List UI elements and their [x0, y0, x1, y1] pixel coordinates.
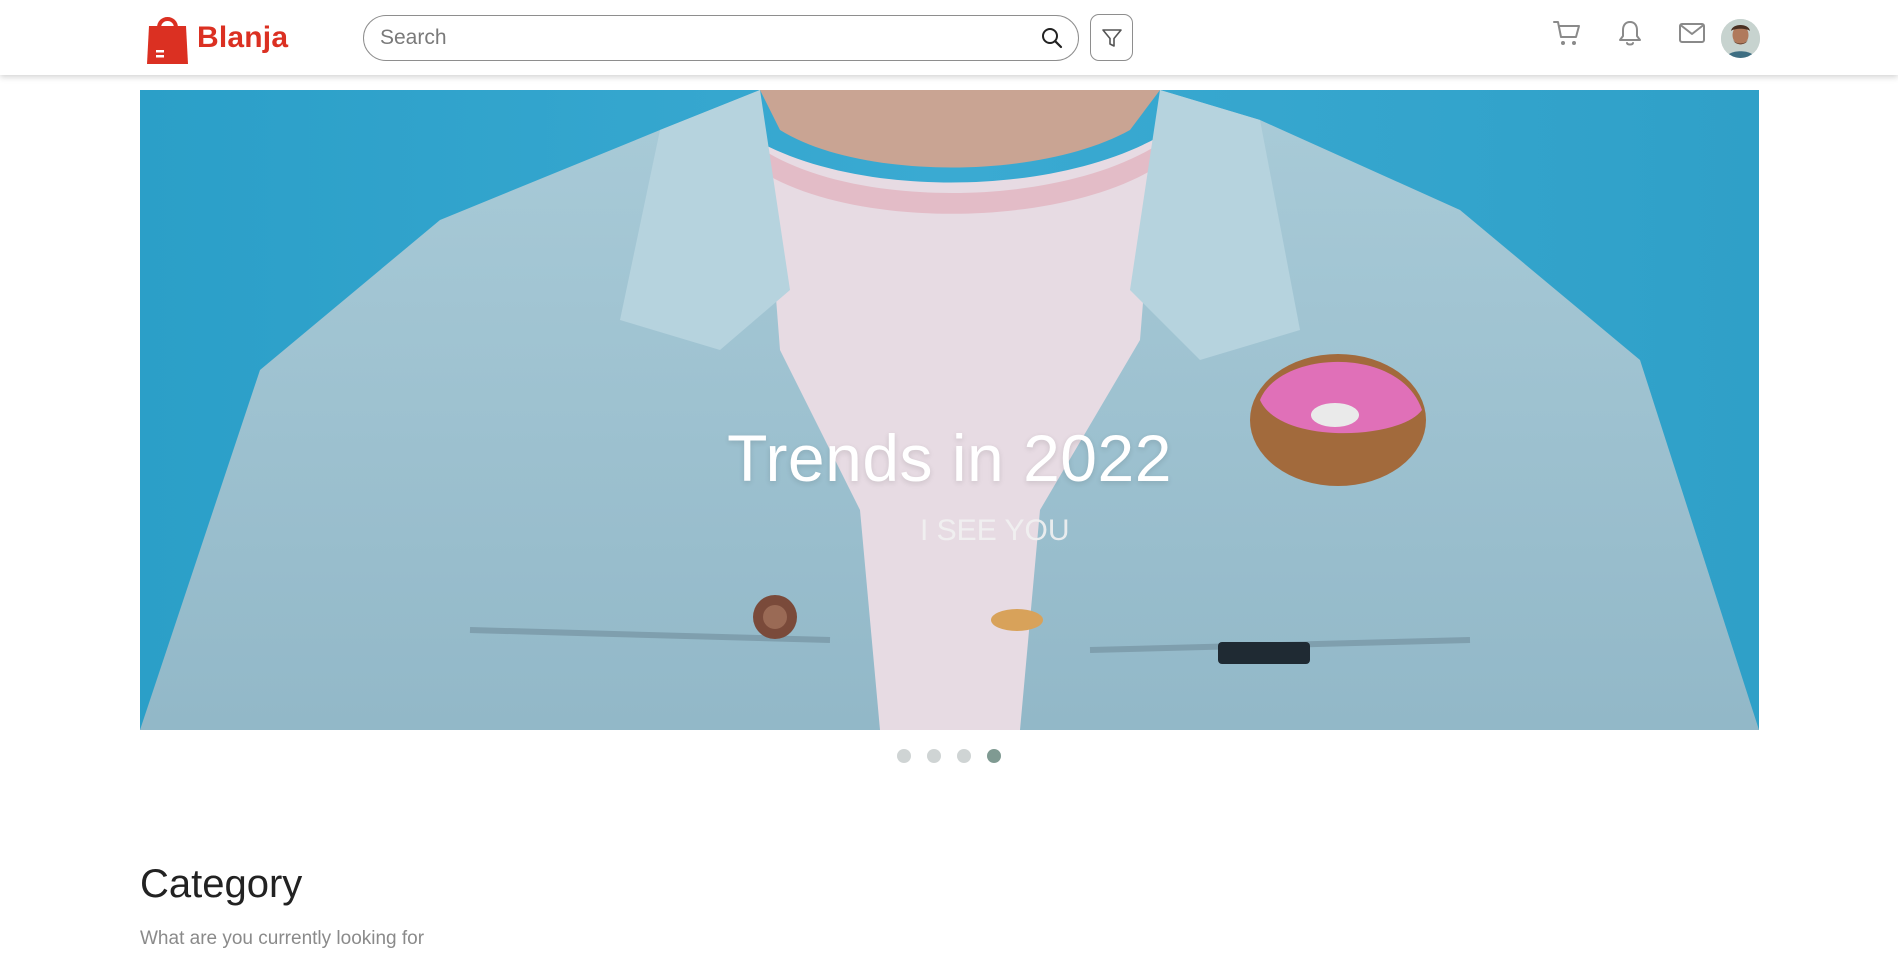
search-input[interactable]	[380, 16, 1020, 60]
mail-button[interactable]	[1676, 17, 1708, 49]
filter-button[interactable]	[1090, 14, 1133, 61]
search-box	[363, 15, 1079, 61]
hero-image: I SEE YOU	[140, 90, 1759, 730]
user-avatar[interactable]	[1721, 19, 1760, 58]
filter-funnel-icon	[1101, 28, 1122, 47]
avatar-image	[1721, 19, 1760, 58]
bell-icon	[1619, 21, 1641, 46]
hero-carousel[interactable]: I SEE YOU Trends in 2022	[140, 90, 1759, 730]
hero-title: Trends in 2022	[727, 421, 1172, 495]
svg-text:I SEE YOU: I SEE YOU	[920, 514, 1070, 547]
category-title: Category	[140, 862, 303, 906]
cart-icon	[1553, 21, 1580, 45]
shopping-bag-icon	[147, 17, 188, 64]
notification-button[interactable]	[1614, 17, 1646, 49]
cart-button[interactable]	[1551, 17, 1583, 49]
brand[interactable]: Blanja	[146, 10, 288, 66]
carousel-dot-4[interactable]	[987, 749, 1001, 763]
category-subtitle: What are you currently looking for	[140, 928, 425, 949]
search-icon[interactable]	[1040, 26, 1064, 50]
carousel-dot-3[interactable]	[957, 749, 971, 763]
brand-name: Blanja	[197, 21, 289, 54]
mail-icon	[1679, 23, 1705, 43]
carousel-dot-1[interactable]	[897, 749, 911, 763]
carousel-indicators	[897, 749, 1001, 763]
carousel-dot-2[interactable]	[927, 749, 941, 763]
top-navbar: Blanja	[0, 0, 1898, 75]
